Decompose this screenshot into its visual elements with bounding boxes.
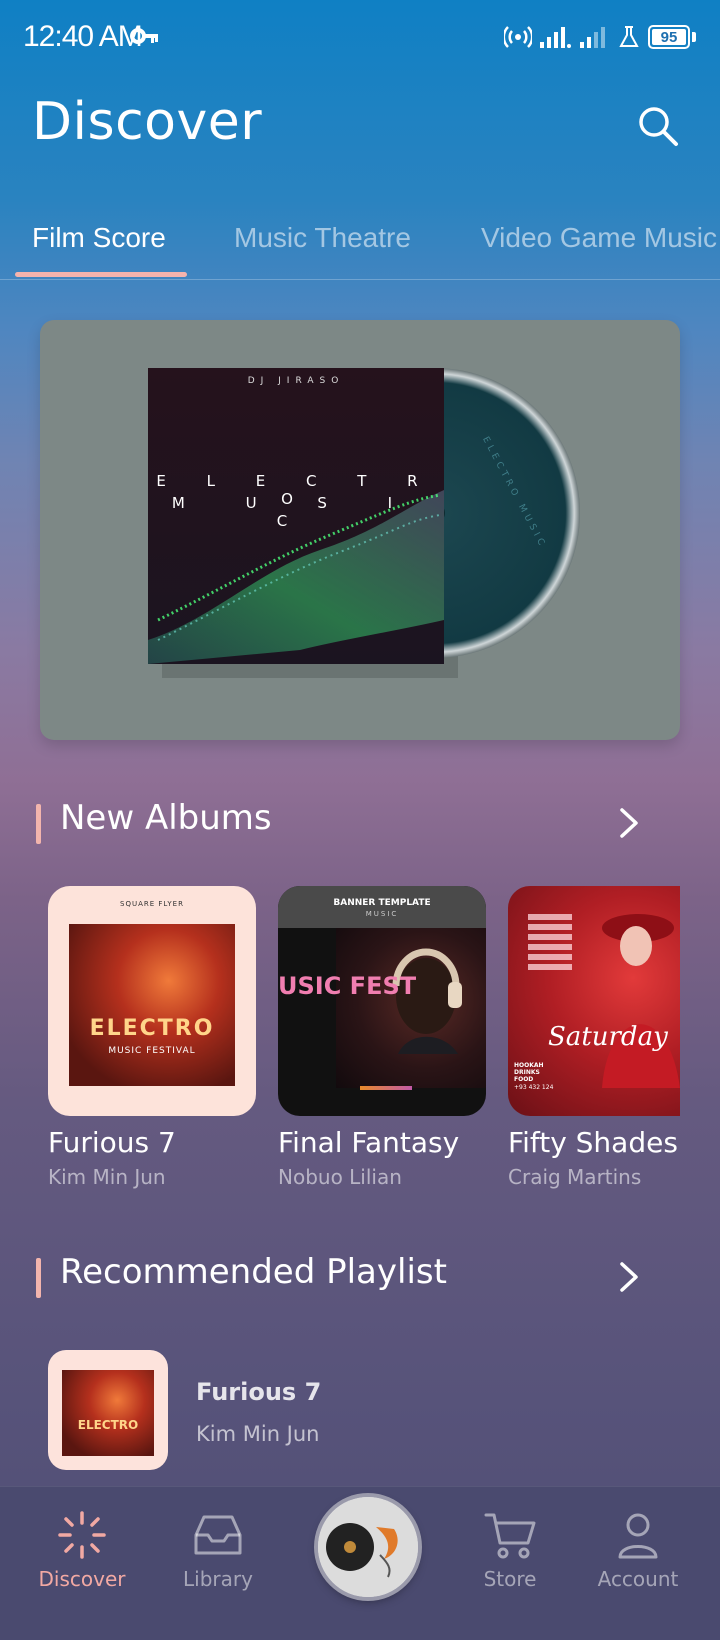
signal-icon [580, 27, 605, 48]
album-cover: BANNER TEMPLATE MUSIC USIC FEST [278, 886, 486, 1116]
battery-tip [692, 32, 696, 42]
playlist-cover-photo [62, 1370, 154, 1456]
account-icon [618, 1513, 658, 1559]
battery-icon: 95 [648, 25, 690, 49]
playlist-cover-text: ELECTRO [77, 1418, 139, 1432]
album-cover-text: MUSIC [365, 910, 399, 918]
status-time: 12:40 AM [23, 20, 143, 53]
album-cover-text: BANNER TEMPLATE [333, 898, 431, 908]
album-cover: Saturday HOOKAH DRINKS FOOD +93 432 124 [508, 886, 680, 1116]
album-cover-text: MUSIC FESTIVAL [108, 1046, 196, 1056]
tab-indicator [15, 272, 187, 277]
section-accent-bar [36, 804, 41, 844]
recommended-playlist-title: Recommended Playlist [60, 1252, 447, 1292]
banner-line2: M U S I C [171, 494, 421, 530]
singer-figure [602, 914, 680, 1088]
playlist-artist: Kim Min Jun [196, 1422, 320, 1446]
nav-label: Account [597, 1567, 679, 1591]
album-cover-text: USIC FEST [278, 972, 417, 1000]
cart-icon [484, 1513, 536, 1559]
album-cover-text: HOOKAH DRINKS FOOD [514, 1062, 544, 1083]
stadium-lights [528, 910, 572, 970]
album-cover-stripe [360, 1086, 412, 1090]
banner-dj-text: DJ JIRASO [247, 376, 345, 386]
album-card[interactable]: BANNER TEMPLATE MUSIC USIC FEST Final Fa… [278, 886, 486, 1189]
album-title: Final Fantasy [278, 1126, 460, 1159]
status-icons: 95 [504, 22, 696, 52]
new-albums-list: SQUARE FLYER ELECTRO MUSIC FESTIVAL Furi… [48, 886, 680, 1206]
nav-store[interactable]: Store [445, 1509, 575, 1591]
album-cover-photo [69, 924, 235, 1086]
search-icon[interactable] [636, 104, 680, 148]
chevron-right-icon[interactable] [612, 806, 644, 840]
nav-label: Discover [38, 1567, 126, 1591]
album-title: Furious 7 [48, 1126, 176, 1159]
now-playing-disc[interactable] [318, 1497, 418, 1597]
tab-music-theatre[interactable]: Music Theatre [234, 222, 411, 254]
section-accent-bar [36, 1258, 41, 1298]
flask-icon [619, 26, 639, 47]
page-title: Discover [32, 92, 263, 152]
nav-discover[interactable]: Discover [17, 1509, 147, 1591]
album-cover: SQUARE FLYER ELECTRO MUSIC FESTIVAL [48, 886, 256, 1116]
featured-banner[interactable]: DJ JIRASO E L E C T R O M U S I C ELECTR… [40, 320, 680, 740]
tab-video-game-music[interactable]: Video Game Music [481, 222, 717, 254]
nav-label: Library [183, 1567, 253, 1591]
key-icon [130, 28, 158, 44]
nav-label: Store [483, 1567, 537, 1591]
playlist-cover: ELECTRO [48, 1350, 168, 1470]
album-cover-text: +93 432 124 [514, 1084, 554, 1091]
battery-level: 95 [660, 28, 678, 46]
album-artist: Craig Martins [508, 1165, 642, 1189]
album-cover-text: SQUARE FLYER [120, 900, 184, 908]
new-albums-title: New Albums [60, 798, 272, 838]
album-card[interactable]: SQUARE FLYER ELECTRO MUSIC FESTIVAL Furi… [48, 886, 256, 1189]
album-card[interactable]: Saturday HOOKAH DRINKS FOOD +93 432 124 … [508, 886, 680, 1189]
tab-film-score[interactable]: Film Score [32, 222, 166, 254]
category-tabs: Film Score Music Theatre Video Game Musi… [0, 222, 720, 280]
library-icon [194, 1515, 242, 1555]
discover-icon [58, 1511, 106, 1559]
album-artist: Kim Min Jun [48, 1165, 166, 1189]
album-cover-text: Saturday [548, 1022, 668, 1052]
bottom-nav: Discover Library Store Account [0, 1486, 720, 1640]
hotspot-icon [504, 26, 532, 48]
playlist-item[interactable]: ELECTRO Furious 7 Kim Min Jun [48, 1350, 678, 1472]
new-albums-header[interactable]: New Albums [36, 798, 684, 848]
nav-library[interactable]: Library [153, 1509, 283, 1591]
status-bar: 12:40 AM 95 [0, 0, 720, 72]
recommended-playlist-header[interactable]: Recommended Playlist [36, 1252, 684, 1302]
chevron-right-icon[interactable] [612, 1260, 644, 1294]
album-artist: Nobuo Lilian [278, 1165, 402, 1189]
now-playing-art [318, 1497, 418, 1597]
signal-icon [540, 27, 571, 48]
playlist-title: Furious 7 [196, 1378, 322, 1406]
album-cover-text: ELECTRO [89, 1016, 215, 1041]
nav-account[interactable]: Account [573, 1509, 703, 1591]
album-title: Fifty Shades [508, 1126, 678, 1159]
